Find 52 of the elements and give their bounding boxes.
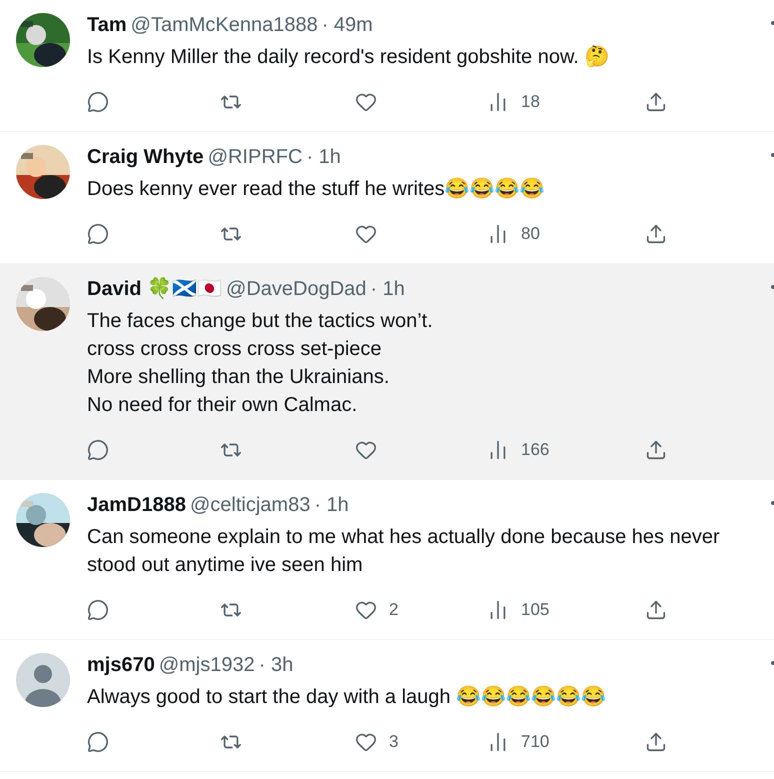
default-avatar-icon[interactable] bbox=[16, 653, 70, 707]
tweet-text: Can someone explain to me what hes actually done because hes never stood out anytime ive seen him bbox=[87, 525, 721, 578]
count-label: 18 bbox=[521, 91, 540, 114]
user-name[interactable]: mjs670 bbox=[87, 652, 155, 678]
like-icon[interactable] bbox=[355, 91, 377, 113]
reply-icon[interactable] bbox=[87, 731, 109, 753]
post-time[interactable]: · 1h bbox=[306, 144, 341, 170]
share-icon[interactable] bbox=[645, 223, 667, 245]
more-icon[interactable] bbox=[770, 285, 774, 289]
tweet-text: Does kenny ever read the stuff he writes😂😂😂😂 bbox=[87, 176, 546, 202]
reply-icon[interactable] bbox=[87, 91, 109, 113]
more-icon[interactable] bbox=[770, 661, 774, 665]
share-icon[interactable] bbox=[645, 91, 667, 113]
user-name[interactable]: Tam bbox=[87, 12, 127, 38]
like-icon[interactable] bbox=[355, 439, 377, 461]
user-name[interactable]: Craig Whyte bbox=[87, 144, 204, 170]
count-label: 166 bbox=[521, 439, 550, 462]
post-time[interactable]: · 1h bbox=[370, 276, 405, 302]
tweet-card[interactable]: David 🍀🏴󠁧󠁢󠁳󠁣󠁴󠁿🇯🇵 @DaveDogDad · 1h The faces change but the tactics won’t. cross cross cross cross set-piece More shelling than the Ukrainians. No need for their own Calmac. 166 bbox=[0, 264, 774, 480]
like-icon[interactable] bbox=[355, 599, 377, 621]
user-name[interactable]: JamD1888 bbox=[87, 492, 186, 518]
tweet-text: More shelling than the Ukrainians. bbox=[87, 365, 390, 390]
tweet-text: cross cross cross cross set-piece bbox=[87, 337, 383, 362]
more-icon[interactable] bbox=[770, 21, 774, 25]
share-icon[interactable] bbox=[645, 731, 667, 753]
more-icon[interactable] bbox=[770, 501, 774, 505]
user-handle[interactable]: @RIPRFC bbox=[208, 144, 302, 170]
count-label: 80 bbox=[521, 223, 540, 246]
tweet-text: No need for their own Calmac. bbox=[87, 393, 358, 418]
count-label: 710 bbox=[521, 731, 550, 754]
tweet-text: Always good to start the day with a laugh 😂😂😂😂😂😂 bbox=[87, 684, 608, 710]
user-handle[interactable]: @mjs1932 bbox=[158, 652, 255, 678]
user-handle[interactable]: @TamMcKenna1888 bbox=[130, 12, 318, 38]
user-name[interactable]: David 🍀🏴󠁧󠁢󠁳󠁣󠁴󠁿🇯🇵 bbox=[87, 276, 222, 302]
more-icon[interactable] bbox=[770, 153, 774, 157]
share-icon[interactable] bbox=[645, 599, 667, 621]
like-icon[interactable] bbox=[355, 223, 377, 245]
share-icon[interactable] bbox=[645, 439, 667, 461]
reply-icon[interactable] bbox=[87, 599, 109, 621]
post-time[interactable]: · 3h bbox=[258, 652, 294, 678]
reply-icon[interactable] bbox=[87, 223, 109, 245]
count-label: 3 bbox=[389, 731, 398, 754]
post-time[interactable]: · 1h bbox=[314, 492, 349, 518]
user-handle[interactable]: @celticjam83 bbox=[190, 492, 310, 518]
count-label: 105 bbox=[521, 599, 550, 622]
reply-icon[interactable] bbox=[87, 439, 109, 461]
post-time[interactable]: · 49m bbox=[322, 12, 373, 38]
tweet-text: Is Kenny Miller the daily record's resident gobshite now. 🤔 bbox=[87, 44, 610, 70]
tweet-text: The faces change but the tactics won’t. bbox=[87, 309, 434, 334]
like-icon[interactable] bbox=[355, 731, 377, 753]
user-handle[interactable]: @DaveDogDad bbox=[226, 276, 366, 302]
count-label: 2 bbox=[389, 599, 398, 622]
